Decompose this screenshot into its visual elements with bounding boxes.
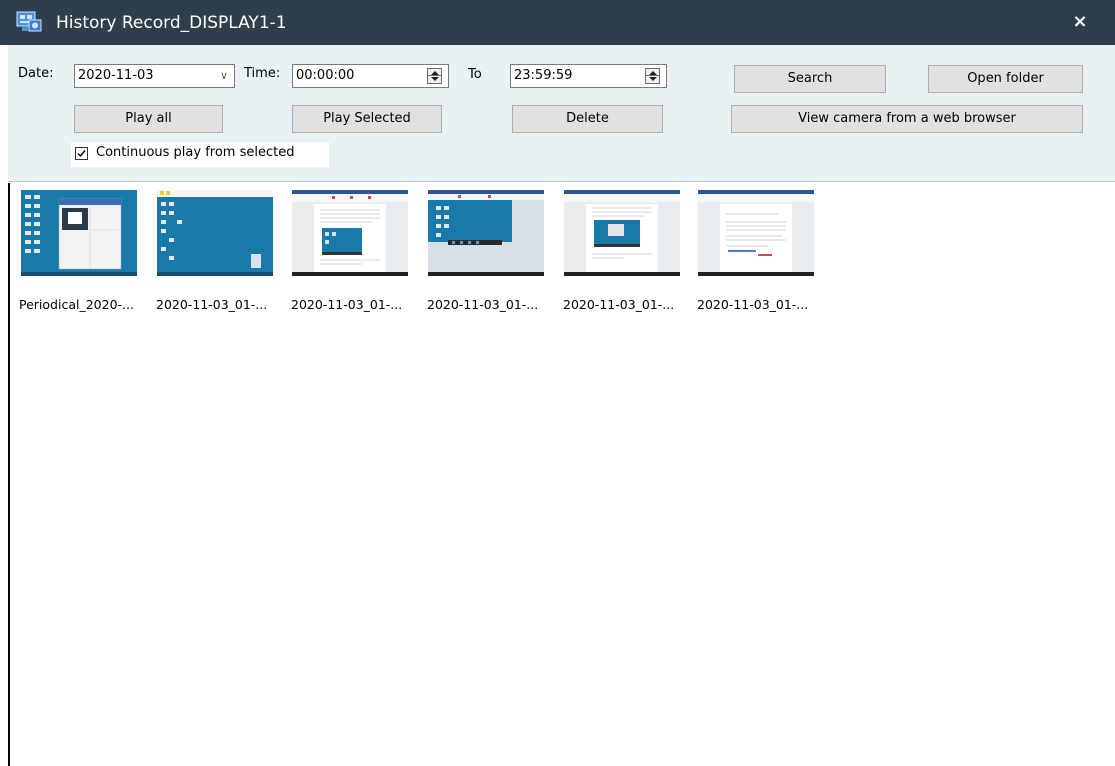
record-thumbnail[interactable] [21,190,137,276]
time-to-spinner[interactable] [645,68,660,84]
record-label: 2020-11-03_01-... [697,297,809,312]
checkmark-icon [77,150,86,158]
left-border [8,183,10,766]
time-label: Time: [244,66,281,81]
filter-panel: Date: 2020-11-03 ∨ Time: 00:00:00 To 23:… [8,45,1115,182]
search-button[interactable]: Search [734,65,886,93]
date-label: Date: [18,66,54,81]
time-from-input[interactable]: 00:00:00 [292,64,449,88]
continuous-play-label: Continuous play from selected [96,145,295,160]
spin-down-icon[interactable] [649,77,657,81]
delete-button[interactable]: Delete [512,105,663,133]
record-label: 2020-11-03_01-... [563,297,675,312]
date-value: 2020-11-03 [78,68,154,83]
continuous-play-option[interactable]: Continuous play from selected [71,142,329,167]
record-thumbnail[interactable] [292,190,408,276]
record-label: Periodical_2020-... [19,297,134,312]
record-thumbnail[interactable] [564,190,680,276]
title-bar: History Record_DISPLAY1-1 × [0,0,1115,45]
time-to-input[interactable]: 23:59:59 [510,64,667,88]
continuous-play-checkbox[interactable] [75,147,88,160]
record-thumbnail[interactable] [157,190,273,276]
window-title: History Record_DISPLAY1-1 [56,13,287,33]
open-folder-button[interactable]: Open folder [928,65,1083,93]
record-label: 2020-11-03_01-... [291,297,403,312]
play-selected-button[interactable]: Play Selected [292,105,442,133]
view-camera-web-button[interactable]: View camera from a web browser [731,105,1083,133]
time-from-spinner[interactable] [427,68,442,84]
to-label: To [468,67,482,82]
record-label: 2020-11-03_01-... [427,297,539,312]
close-icon: × [1072,11,1088,32]
record-thumbnail[interactable] [428,190,544,276]
record-thumbnail[interactable] [698,190,814,276]
close-button[interactable]: × [1066,8,1094,36]
spinner-divider [428,75,441,76]
record-label: 2020-11-03_01-... [156,297,268,312]
camera-display-icon [16,11,42,32]
spin-down-icon[interactable] [431,77,439,81]
time-to-value: 23:59:59 [514,68,573,83]
date-picker[interactable]: 2020-11-03 ∨ [74,64,235,88]
time-from-value: 00:00:00 [296,68,355,83]
spinner-divider [646,75,659,76]
play-all-button[interactable]: Play all [74,105,223,133]
chevron-down-icon[interactable]: ∨ [220,65,228,87]
